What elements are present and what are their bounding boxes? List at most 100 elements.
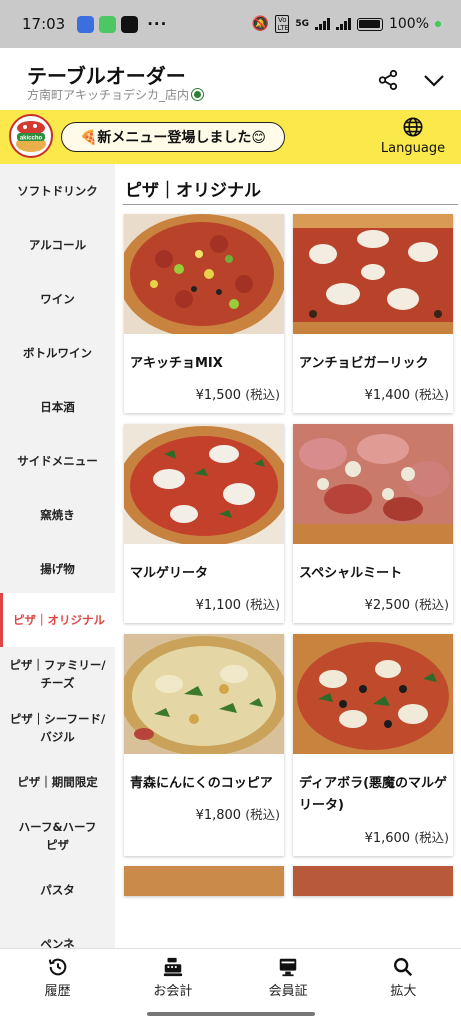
category-sidebar[interactable]: ソフトドリンク アルコール ワイン ボトルワイン 日本酒 サイドメニュー 窯焼き… [0, 164, 115, 948]
menu-item-name: 青森にんにくのコッピア [130, 776, 273, 791]
menu-item-card[interactable]: 青森にんにくのコッピア ¥1,800 (税込) [124, 634, 284, 856]
history-icon [48, 958, 66, 976]
member-card-icon [279, 958, 297, 977]
sidebar-item-pasta[interactable]: パスタ [0, 863, 115, 917]
sidebar-item-label: ハーフ&ハーフピザ [18, 820, 97, 852]
sidebar-item-penne[interactable]: ペンネ [0, 917, 115, 948]
language-button[interactable]: Language [376, 116, 450, 160]
zoom-icon [394, 958, 413, 977]
collapse-button[interactable] [420, 66, 448, 94]
tax-label: (税込) [414, 597, 449, 612]
menu-item-card[interactable] [293, 866, 453, 896]
privacy-indicator-icon [435, 21, 441, 27]
store-name: 方南町アキッチョデシカ_店内 [27, 86, 204, 103]
pizza-image [124, 634, 284, 754]
share-button[interactable] [374, 66, 402, 94]
sidebar-item-sake[interactable]: 日本酒 [0, 380, 115, 434]
cash-register-icon [163, 957, 183, 977]
menu-item-card[interactable]: アンチョビガーリック ¥1,400 (税込) [293, 214, 453, 413]
language-label: Language [380, 141, 446, 156]
sidebar-item-label: 窯焼き [40, 508, 75, 522]
sidebar-item-label: ピザ｜期間限定 [17, 775, 98, 789]
announcement-bar: akiccho 🍕新メニュー登場しました😊 Language [0, 110, 461, 164]
sidebar-item-label: パスタ [40, 883, 75, 897]
logo-text: akiccho [20, 136, 43, 142]
signal-icon [314, 18, 330, 30]
menu-item-name: マルゲリータ [130, 566, 209, 581]
sidebar-item-label: 揚げ物 [40, 562, 75, 576]
line-app-icon [99, 15, 117, 33]
home-gesture-bar[interactable] [147, 1012, 315, 1016]
5g-label: 5G [295, 19, 309, 29]
store-status-icon [192, 89, 204, 100]
sidebar-item-oven-baked[interactable]: 窯焼き [0, 488, 115, 542]
nav-zoom-button[interactable]: 拡大 [346, 949, 461, 1006]
menu-item-card[interactable]: マルゲリータ ¥1,100 (税込) [124, 424, 284, 623]
volte-badge: Vo LTE [275, 15, 290, 33]
tax-label: (税込) [414, 387, 449, 402]
sidebar-item-bottle-wine[interactable]: ボトルワイン [0, 326, 115, 380]
price-value: ¥2,500 [364, 598, 411, 613]
chat-app-icon [77, 15, 95, 33]
section-title: ピザ｜オリジナル [125, 181, 261, 201]
menu-item-price: ¥1,100 (税込) [196, 594, 280, 613]
sidebar-item-label: ボトルワイン [23, 346, 92, 360]
sidebar-item-pizza-original[interactable]: ピザ｜オリジナル [0, 593, 115, 647]
store-logo-icon: akiccho [12, 117, 50, 155]
status-bar: 17:03 ··· 🔕 Vo LTE 5G 100% [0, 0, 461, 48]
chevron-down-icon [424, 75, 444, 87]
sidebar-item-pizza-family-cheese[interactable]: ピザ｜ファミリー/チーズ [0, 647, 115, 701]
price-value: ¥1,500 [195, 388, 242, 403]
menu-item-price: ¥1,600 (税込) [365, 827, 449, 846]
pizza-image [293, 424, 453, 544]
section-divider [123, 204, 458, 205]
menu-item-price: ¥1,400 (税込) [365, 384, 449, 403]
tax-label: (税込) [245, 807, 280, 822]
sidebar-item-alcohol[interactable]: アルコール [0, 218, 115, 272]
sidebar-item-soft-drinks[interactable]: ソフトドリンク [0, 164, 115, 218]
menu-item-name: スペシャルミート [299, 566, 403, 581]
menu-content[interactable]: ピザ｜オリジナル アキッチョMIX ¥1,500 (税込) アンチョビガーリック… [115, 164, 461, 948]
nav-history-button[interactable]: 履歴 [0, 949, 115, 1006]
pizza-image [124, 424, 284, 544]
nav-checkout-button[interactable]: お会計 [115, 949, 230, 1006]
pizza-image [124, 214, 284, 334]
sidebar-item-pizza-limited[interactable]: ピザ｜期間限定 [0, 755, 115, 809]
sidebar-item-label: ピザ｜ファミリー/チーズ [9, 658, 106, 690]
pizza-image [293, 634, 453, 754]
more-notifications-icon: ··· [147, 15, 168, 33]
menu-item-card[interactable]: ディアボラ(悪魔のマルゲリータ) ¥1,600 (税込) [293, 634, 453, 856]
price-value: ¥1,600 [364, 831, 411, 846]
sidebar-item-label: サイドメニュー [17, 454, 98, 468]
page-title: テーブルオーダー [27, 64, 186, 88]
menu-item-card[interactable]: スペシャルミート ¥2,500 (税込) [293, 424, 453, 623]
app-header: テーブルオーダー 方南町アキッチョデシカ_店内 [0, 48, 461, 110]
menu-item-price: ¥1,800 (税込) [196, 804, 280, 823]
sidebar-item-wine[interactable]: ワイン [0, 272, 115, 326]
sidebar-item-label: ピザ｜オリジナル [13, 613, 105, 627]
nav-member-card-label: 会員証 [268, 984, 308, 999]
nav-member-card-button[interactable]: 会員証 [231, 949, 346, 1006]
battery-icon [356, 17, 383, 31]
nav-checkout-label: お会計 [153, 984, 193, 999]
menu-item-name: アキッチョMIX [130, 356, 223, 371]
sidebar-item-label: 日本酒 [40, 400, 75, 414]
menu-item-price: ¥1,500 (税込) [196, 384, 280, 403]
tax-label: (税込) [245, 387, 280, 402]
sidebar-item-label: ピザ｜シーフード/バジル [9, 712, 106, 744]
sidebar-item-label: ペンネ [40, 937, 75, 948]
menu-item-card[interactable] [124, 866, 284, 896]
new-menu-announcement[interactable]: 🍕新メニュー登場しました😊 [61, 122, 285, 152]
sidebar-item-pizza-seafood-basil[interactable]: ピザ｜シーフード/バジル [0, 701, 115, 755]
tax-label: (税込) [414, 830, 449, 845]
price-value: ¥1,800 [195, 808, 242, 823]
menu-item-name: ディアボラ(悪魔のマルゲリータ) [299, 776, 448, 813]
sidebar-item-label: ソフトドリンク [17, 184, 98, 198]
sidebar-item-half-half-pizza[interactable]: ハーフ&ハーフピザ [0, 809, 115, 863]
notification-app-icon [121, 15, 139, 33]
sidebar-item-label: ワイン [40, 292, 75, 306]
sidebar-item-side-menu[interactable]: サイドメニュー [0, 434, 115, 488]
menu-item-card[interactable]: アキッチョMIX ¥1,500 (税込) [124, 214, 284, 413]
sidebar-item-fried[interactable]: 揚げ物 [0, 542, 115, 596]
price-value: ¥1,400 [364, 388, 411, 403]
